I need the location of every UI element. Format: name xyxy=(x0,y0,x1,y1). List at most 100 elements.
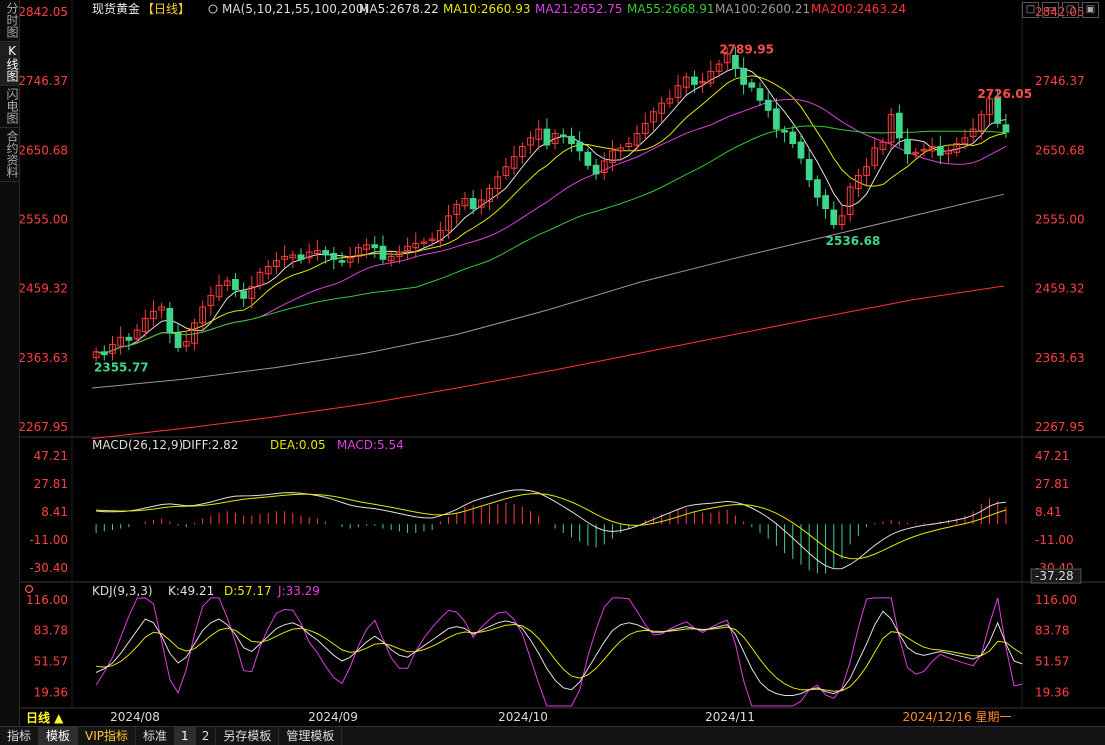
price-axis-label-left: 2842.05 xyxy=(20,5,68,19)
price-axis-label-right: 2267.95 xyxy=(1035,420,1085,434)
macd-axis-label-left: 47.21 xyxy=(34,449,68,463)
candle-body xyxy=(797,141,805,159)
candle-body xyxy=(994,96,1002,124)
left-tab-rail: 分时图 K线图 闪电图 合约资料 xyxy=(0,0,20,726)
ma-value-5: MA200:2463.24 xyxy=(811,2,906,16)
candle-body xyxy=(781,130,788,133)
ma-value-1: MA10:2660.93 xyxy=(443,2,531,16)
bottom-toolbar: 指标 模板 VIP指标 标准 1 2 另存模板 管理模板 xyxy=(0,726,1105,745)
bottom-tab-standard[interactable]: 标准 xyxy=(136,727,176,745)
kdj-j: J:33.29 xyxy=(277,584,320,598)
candle-body xyxy=(584,151,592,166)
kline-chart[interactable]: 2842.05 2842.052746.37 2746.372650.68 2650.… xyxy=(20,0,1105,726)
candle-body xyxy=(805,159,813,181)
kdj-axis-label-left: 83.78 xyxy=(34,624,68,638)
candle-body xyxy=(773,108,780,130)
bottom-tab-vip-indicators[interactable]: VIP指标 xyxy=(78,727,137,745)
candle-body xyxy=(297,254,305,260)
price-axis-label-right: 2650.68 xyxy=(1035,143,1085,157)
candle-body xyxy=(732,54,739,69)
candle-body xyxy=(895,112,903,139)
layout-3-icon[interactable]: ▢ xyxy=(1062,2,1079,18)
high-annotation: 2789.95 xyxy=(719,43,774,57)
candle-body xyxy=(338,260,346,263)
macd-axis-label-right: 8.41 xyxy=(1035,505,1062,519)
candle-body xyxy=(789,131,797,145)
chart-period-tag: 【日线】 xyxy=(142,2,190,16)
period-selector[interactable]: 日线 ▲ xyxy=(26,710,63,726)
price-axis-label-right: 2746.37 xyxy=(1035,74,1085,88)
kdj-title: KDJ(9,3,3) xyxy=(92,584,153,598)
bottom-tab-save-template[interactable]: 另存模板 xyxy=(216,727,280,745)
macd-diff-line xyxy=(96,489,1006,570)
settings-gear-icon xyxy=(208,4,218,14)
candle-body xyxy=(100,351,108,356)
date-axis-label: 2024/08 xyxy=(110,710,160,724)
bottom-tab-templates[interactable]: 模板 xyxy=(39,727,79,745)
candle-body xyxy=(830,209,838,226)
candle-body xyxy=(748,82,756,88)
candle-body xyxy=(576,141,584,152)
macd-current-value: -37.28 xyxy=(1035,569,1074,583)
candle-body xyxy=(1002,124,1010,133)
candle-body xyxy=(330,252,338,260)
ma-value-4: MA100:2600.21 xyxy=(715,2,810,16)
kdj-axis-label-right: 19.36 xyxy=(1035,685,1069,699)
kdj-d: D:57.17 xyxy=(224,584,272,598)
candle-body xyxy=(166,307,174,334)
price-axis-label-left: 2363.63 xyxy=(20,351,68,365)
candle-body xyxy=(814,179,821,198)
price-axis-label-left: 2267.95 xyxy=(20,420,68,434)
date-axis-label: 2024/09 xyxy=(308,710,358,724)
high2-annotation: 2726.05 xyxy=(977,87,1032,101)
moving-average-ma100 xyxy=(91,193,1005,389)
chart-symbol: 现货黄金 xyxy=(92,1,140,16)
ma-label: MA(5,10,21,55,100,200) xyxy=(222,2,368,16)
layout-1-icon[interactable]: □ xyxy=(1022,2,1039,18)
candle-body xyxy=(764,99,772,111)
macd-axis-label-left: -30.40 xyxy=(29,561,68,575)
bottom-tab-manage-templates[interactable]: 管理模板 xyxy=(279,727,343,745)
price-axis-label-left: 2555.00 xyxy=(20,213,68,227)
macd-axis-label-right: 27.81 xyxy=(1035,477,1069,491)
macd-value: MACD:5.54 xyxy=(337,438,404,452)
date-axis-label: 2024/10 xyxy=(498,710,548,724)
ma-value-2: MA21:2652.75 xyxy=(535,2,623,16)
candle-body xyxy=(379,245,387,260)
price-axis-label-right: 2363.63 xyxy=(1035,351,1085,365)
candle-body xyxy=(559,134,567,137)
sidebar-tab-lightning[interactable]: 闪电图 xyxy=(0,86,19,128)
kdj-axis-label-left: 51.57 xyxy=(34,654,68,668)
bottom-tab-page-2[interactable]: 2 xyxy=(196,727,217,745)
kdj-axis-label-right: 51.57 xyxy=(1035,654,1069,668)
sidebar-tab-contract-info[interactable]: 合约资料 xyxy=(0,128,19,182)
layout-4-icon[interactable]: ▣ xyxy=(1082,2,1099,18)
date-axis-label: 2024/11 xyxy=(705,710,755,724)
moving-average-ma10 xyxy=(96,75,1007,354)
price-axis-label-right: 2459.32 xyxy=(1035,282,1085,296)
candle-body xyxy=(232,279,239,291)
window-controls: □ ▭ ▢ ▣ xyxy=(1022,2,1099,18)
candle-body xyxy=(936,145,944,156)
candle-body xyxy=(543,128,551,146)
start-low-annotation: 2355.77 xyxy=(94,361,149,375)
candle-body xyxy=(322,250,329,256)
sidebar-tab-kline[interactable]: K线图 xyxy=(0,42,19,86)
sidebar-tab-timeshare[interactable]: 分时图 xyxy=(0,0,19,42)
moving-average-ma5 xyxy=(96,67,1006,354)
bottom-tab-page-1[interactable]: 1 xyxy=(175,727,196,745)
candle-body xyxy=(469,198,477,210)
ma-value-0: MA5:2678.22 xyxy=(359,2,439,16)
price-axis-label-left: 2650.68 xyxy=(20,143,68,157)
macd-diff: DIFF:2.82 xyxy=(182,438,238,452)
candle-body xyxy=(691,76,698,85)
bottom-tab-indicators[interactable]: 指标 xyxy=(0,727,40,745)
candle-body xyxy=(371,244,379,249)
candle-body xyxy=(740,67,747,85)
price-axis-label-right: 2555.00 xyxy=(1035,213,1085,227)
candle-body xyxy=(822,195,829,210)
kdj-settings-icon xyxy=(24,584,34,594)
layout-2-icon[interactable]: ▭ xyxy=(1042,2,1059,18)
candle-body xyxy=(904,138,911,155)
price-axis-label-left: 2459.32 xyxy=(20,282,68,296)
